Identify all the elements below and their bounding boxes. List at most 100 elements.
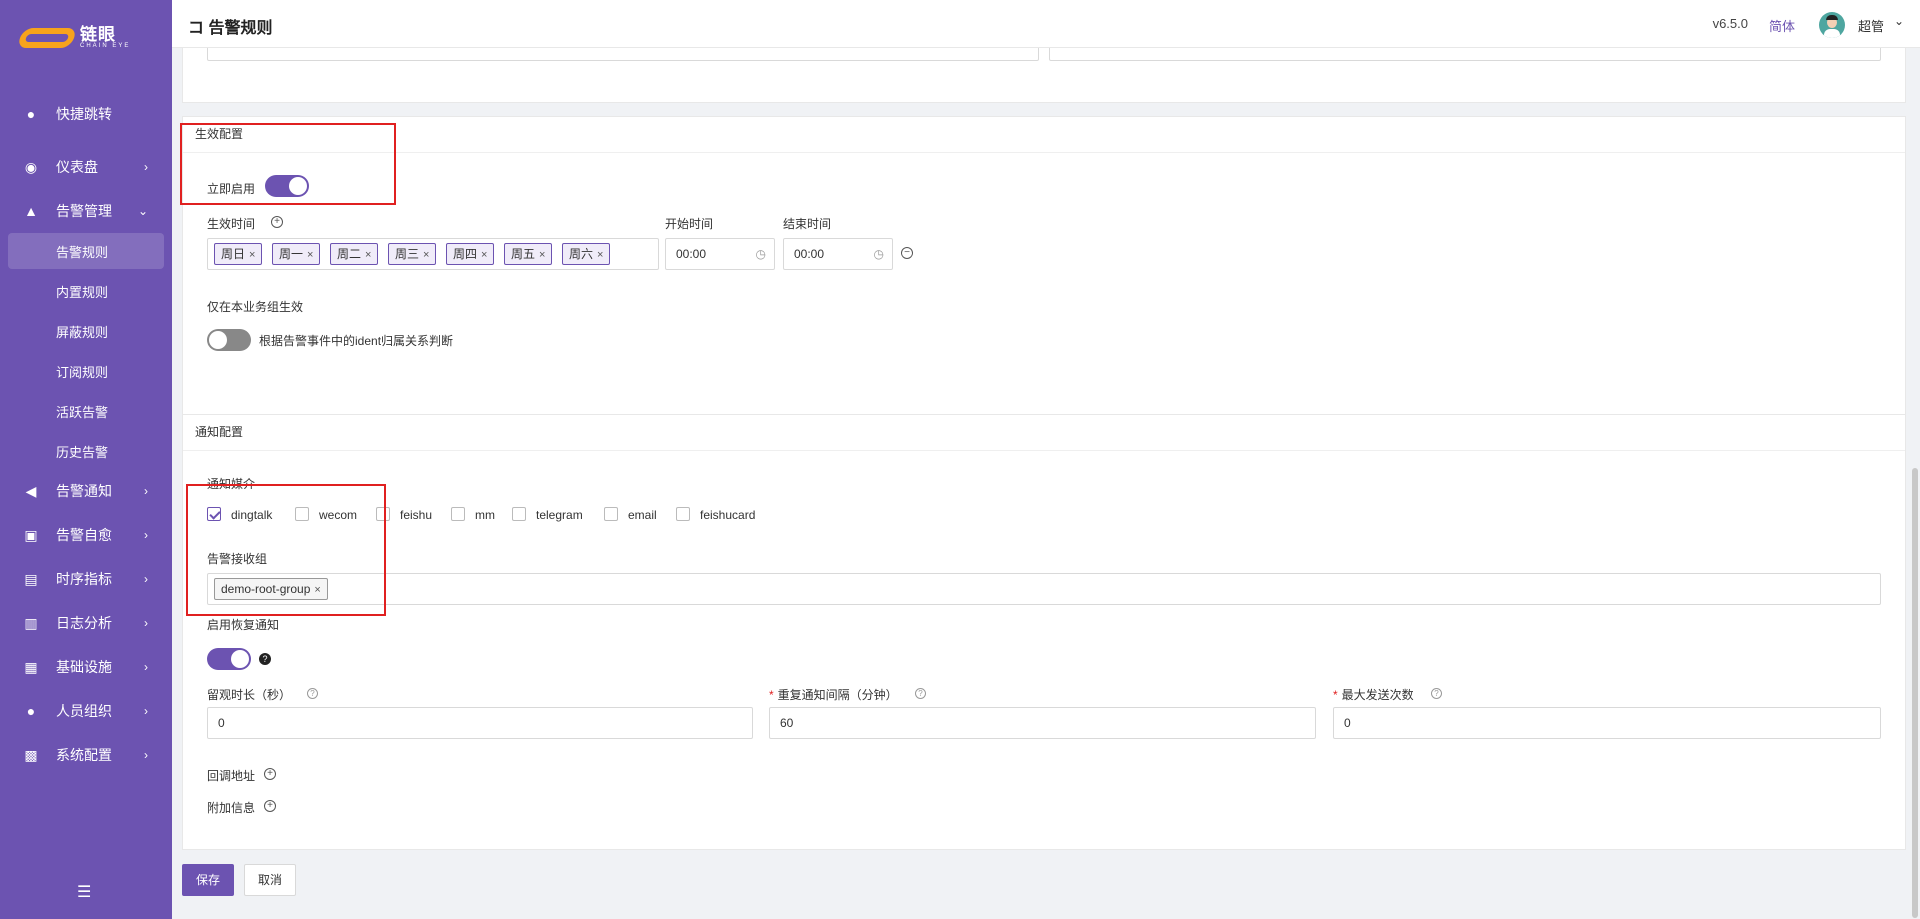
page-title: コ 告警规则 — [188, 14, 272, 38]
close-icon: × — [249, 249, 256, 261]
end-time-label: 结束时间 — [783, 217, 832, 231]
callback-url-label: 回调地址 — [207, 769, 256, 783]
sidebar-item-alert-notify[interactable]: ◀ 告警通知 › — [0, 471, 172, 511]
day-tag[interactable]: 周四 × — [446, 243, 495, 265]
observe-duration-input[interactable]: 0 — [207, 707, 753, 739]
channel-label[interactable]: telegram — [536, 508, 583, 522]
sidebar-item-alarm-management[interactable]: ▲ 告警管理 ⌄ — [0, 191, 172, 231]
sidebar-subitem-subscribe-rules[interactable]: 订阅规则 — [8, 353, 164, 389]
add-time-icon[interactable]: + — [271, 216, 283, 228]
channel-checkbox-feishucard[interactable] — [676, 507, 690, 521]
annotation-box-enable — [180, 123, 396, 205]
help-icon[interactable]: ? — [915, 688, 926, 699]
dashboard-icon: ◉ — [24, 158, 38, 175]
cancel-button[interactable]: 取消 — [244, 864, 296, 896]
start-time-label: 开始时间 — [665, 217, 714, 231]
sidebar-subitem-history-alerts[interactable]: 历史告警 — [8, 433, 164, 469]
sidebar-subitem-builtin-rules[interactable]: 内置规则 — [8, 273, 164, 309]
channel-label[interactable]: feishucard — [700, 508, 755, 522]
channel-checkbox-email[interactable] — [604, 507, 618, 521]
sidebar-item-label: 仪表盘 — [56, 159, 98, 175]
help-icon[interactable]: ? — [307, 688, 318, 699]
scrollbar[interactable] — [1912, 468, 1918, 918]
channel-checkbox-telegram[interactable] — [512, 507, 526, 521]
close-icon: × — [539, 249, 546, 261]
end-time-input[interactable]: 00:00 ◷ — [783, 238, 893, 270]
version-label: v6.5.0 — [1712, 16, 1748, 31]
page-title-text: 告警规则 — [208, 20, 273, 37]
sidebar-item-quick-jump[interactable]: ● 快捷跳转 — [0, 94, 172, 134]
sidebar-item-self-healing[interactable]: ▣ 告警自愈 › — [0, 515, 172, 555]
chart-icon: ▤ — [24, 570, 38, 587]
chevron-down-icon[interactable]: ⌄ — [1894, 14, 1904, 28]
recover-notify-switch[interactable] — [207, 648, 251, 670]
receiver-group-select[interactable]: demo-root-group × — [207, 573, 1881, 605]
day-tag[interactable]: 周三 × — [388, 243, 437, 265]
repeat-interval-label: * 重复通知间隔（分钟） — [769, 688, 898, 702]
chevron-right-icon: › — [144, 616, 148, 630]
sidebar-item-dashboard[interactable]: ◉ 仪表盘 › — [0, 147, 172, 187]
channel-label[interactable]: mm — [475, 508, 495, 522]
day-tag[interactable]: 周六 × — [562, 243, 611, 265]
previous-field-left[interactable] — [207, 48, 1039, 61]
add-callback-icon[interactable]: + — [264, 768, 276, 780]
section-title: 通知配置 — [183, 415, 1905, 451]
notify-config-card: 通知配置 通知媒介 dingtalk wecom feishu mm teleg… — [182, 414, 1906, 850]
previous-field-right[interactable] — [1049, 48, 1881, 61]
sidebar-item-infrastructure[interactable]: ▦ 基础设施 › — [0, 647, 172, 687]
channel-label[interactable]: feishu — [400, 508, 432, 522]
weekday-select[interactable]: 周日 × 周一 × 周二 × 周三 × 周四 × 周五 × 周六 × — [207, 238, 659, 270]
biz-group-label: 仅在本业务组生效 — [207, 300, 304, 314]
required-mark: * — [769, 688, 774, 702]
day-tag[interactable]: 周五 × — [504, 243, 553, 265]
chevron-right-icon: › — [144, 572, 148, 586]
logo[interactable]: 链眼 CHAIN EYE — [16, 26, 130, 50]
chevron-right-icon: › — [144, 484, 148, 498]
sidebar-item-label: 系统配置 — [56, 747, 112, 763]
save-button[interactable]: 保存 — [182, 864, 234, 896]
sidebar-item-metrics[interactable]: ▤ 时序指标 › — [0, 559, 172, 599]
sidebar-item-label: 告警管理 — [56, 203, 112, 219]
remove-time-icon[interactable]: − — [901, 247, 913, 259]
sidebar: 链眼 CHAIN EYE ● 快捷跳转 ◉ 仪表盘 › ▲ 告警管理 ⌄ 告警规… — [0, 0, 172, 919]
avatar[interactable] — [1819, 12, 1845, 38]
channel-checkbox-mm[interactable] — [451, 507, 465, 521]
sidebar-subitem-active-alerts[interactable]: 活跃告警 — [8, 393, 164, 429]
alarm-icon: ▲ — [24, 203, 38, 219]
day-tag[interactable]: 周日 × — [214, 243, 263, 265]
user-name[interactable]: 超管 — [1858, 16, 1884, 35]
channel-label[interactable]: email — [628, 508, 657, 522]
sidebar-subitem-alert-rules[interactable]: 告警规则 — [8, 233, 164, 269]
megaphone-icon: ◀ — [25, 482, 37, 499]
help-icon[interactable]: ? — [259, 653, 271, 665]
sidebar-item-label: 时序指标 — [56, 571, 112, 587]
chevron-right-icon: › — [144, 660, 148, 674]
sidebar-item-label: 日志分析 — [56, 615, 112, 631]
main-content: 生效配置 立即启用 生效时间 + 周日 × 周一 × 周二 × 周三 × 周四 × 周五 ×… — [172, 48, 1920, 919]
language-switch[interactable]: 简体 — [1769, 16, 1795, 35]
effective-time-text: 生效时间 — [207, 217, 256, 231]
chevron-down-icon: ⌄ — [137, 204, 148, 218]
repeat-interval-input[interactable]: 60 — [769, 707, 1316, 739]
sidebar-item-label: 快捷跳转 — [56, 106, 112, 122]
close-icon: × — [307, 249, 314, 261]
day-tag[interactable]: 周二 × — [330, 243, 379, 265]
back-icon[interactable]: コ — [188, 20, 204, 37]
add-extra-info-icon[interactable]: + — [264, 800, 276, 812]
sidebar-subitem-mute-rules[interactable]: 屏蔽规则 — [8, 313, 164, 349]
terminal-icon: ▣ — [24, 526, 38, 543]
day-tag[interactable]: 周一 × — [272, 243, 321, 265]
max-send-count-input[interactable]: 0 — [1333, 707, 1881, 739]
biz-group-switch[interactable] — [207, 329, 251, 351]
menu-collapse-icon[interactable]: ☰ — [77, 882, 91, 902]
sidebar-item-organization[interactable]: ● 人员组织 › — [0, 691, 172, 731]
help-icon[interactable]: ? — [1431, 688, 1442, 699]
extra-info-label: 附加信息 — [207, 801, 256, 815]
sidebar-item-log-analysis[interactable]: ▥ 日志分析 › — [0, 603, 172, 643]
server-icon: ▦ — [24, 658, 38, 675]
close-icon: × — [597, 249, 604, 261]
annotation-box-notify — [186, 484, 386, 616]
sidebar-item-system-config[interactable]: ▩ 系统配置 › — [0, 735, 172, 775]
sidebar-item-label: 基础设施 — [56, 659, 112, 675]
start-time-input[interactable]: 00:00 ◷ — [665, 238, 775, 270]
